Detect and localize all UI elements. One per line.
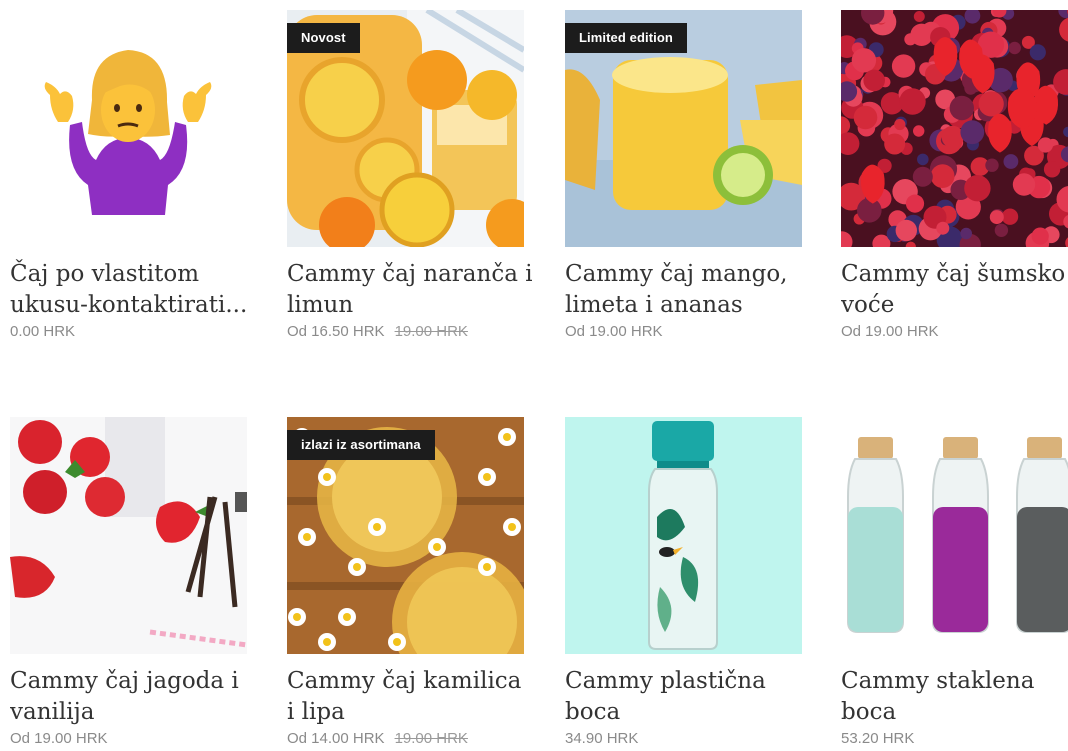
product-name[interactable]: Cammy čaj naranča i limun (287, 259, 532, 321)
badge-new: Novost (287, 23, 360, 53)
price-row: 0.00 HRK (10, 323, 250, 340)
product-name-line2[interactable]: limeta i ananas (565, 290, 810, 321)
product-name-line1[interactable]: Čaj po vlastitom (10, 259, 255, 290)
product-card-3[interactable]: Limited edition Cammy čaj mango, limeta … (565, 10, 805, 340)
product-name-line1[interactable]: Cammy čaj šumsko (841, 259, 1068, 290)
product-name-line1[interactable]: Cammy staklena (841, 666, 1068, 697)
chamomile-tea-image[interactable]: izlazi iz asortimana (287, 417, 524, 654)
price-row: 53.20 HRK (841, 730, 1068, 747)
shrugging-woman-emoji-image[interactable] (10, 10, 247, 247)
plastic-bottle-image[interactable] (565, 417, 802, 654)
product-name-line2[interactable]: boca (565, 697, 810, 728)
old-price: 19.00 HRK (394, 323, 468, 340)
product-name-line2[interactable]: vanilija (10, 697, 255, 728)
product-name-line1[interactable]: Cammy čaj kamilica (287, 666, 532, 697)
product-card-8[interactable]: Cammy staklena boca 53.20 HRK (841, 417, 1068, 747)
product-card-5[interactable]: Cammy čaj jagoda i vanilija Od 19.00 HRK (10, 417, 250, 747)
glass-bottles-image[interactable] (841, 417, 1068, 654)
product-name-line1[interactable]: Cammy čaj jagoda i (10, 666, 255, 697)
old-price: 19.00 HRK (394, 730, 468, 747)
badge-discontinued: izlazi iz asortimana (287, 430, 435, 460)
product-name[interactable]: Cammy čaj jagoda i vanilija (10, 666, 255, 728)
product-name-line1[interactable]: Cammy čaj mango, (565, 259, 810, 290)
price: Od 14.00 HRK (287, 730, 385, 747)
price-row: Od 19.00 HRK (10, 730, 250, 747)
product-name-line2[interactable]: i lipa (287, 697, 532, 728)
product-card-2[interactable]: Novost Cammy čaj naranča i limun Od 16.5… (287, 10, 532, 340)
price-row: Od 19.00 HRK (565, 323, 805, 340)
product-name[interactable]: Čaj po vlastitom ukusu-kontaktirati... (10, 259, 255, 321)
price: 0.00 HRK (10, 323, 76, 340)
product-card-4[interactable]: Cammy čaj šumsko voće Od 19.00 HRK (841, 10, 1068, 340)
product-name[interactable]: Cammy plastična boca (565, 666, 810, 728)
mango-drink-image[interactable]: Limited edition (565, 10, 802, 247)
strawberry-vanilla-image[interactable] (10, 417, 247, 654)
product-name-line2[interactable]: boca (841, 697, 1068, 728)
price-row: Od 16.50 HRK 19.00 HRK (287, 323, 527, 340)
product-name[interactable]: Cammy čaj šumsko voće (841, 259, 1068, 321)
price-row: Od 14.00 HRK 19.00 HRK (287, 730, 527, 747)
price: 34.90 HRK (565, 730, 639, 747)
price-row: Od 19.00 HRK (841, 323, 1068, 340)
product-name[interactable]: Cammy čaj kamilica i lipa (287, 666, 532, 728)
product-card-7[interactable]: Cammy plastična boca 34.90 HRK (565, 417, 805, 747)
price: 53.20 HRK (841, 730, 915, 747)
price: Od 19.00 HRK (10, 730, 108, 747)
product-name-line2[interactable]: limun (287, 290, 532, 321)
product-card-6[interactable]: izlazi iz asortimana Cammy čaj kamilica … (287, 417, 527, 747)
price: Od 16.50 HRK (287, 323, 385, 340)
orange-lemon-drink-image[interactable]: Novost (287, 10, 524, 247)
price: Od 19.00 HRK (565, 323, 663, 340)
product-name-line1[interactable]: Cammy plastična (565, 666, 810, 697)
product-name[interactable]: Cammy čaj mango, limeta i ananas (565, 259, 810, 321)
product-card-1[interactable]: Čaj po vlastitom ukusu-kontaktirati... 0… (10, 10, 250, 340)
product-name[interactable]: Cammy staklena boca (841, 666, 1068, 728)
product-name-line1[interactable]: Cammy čaj naranča i (287, 259, 532, 290)
price-row: 34.90 HRK (565, 730, 805, 747)
product-name-line2[interactable]: ukusu-kontaktirati... (10, 290, 255, 321)
badge-limited: Limited edition (565, 23, 687, 53)
product-name-line2[interactable]: voće (841, 290, 1068, 321)
forest-berries-image[interactable] (841, 10, 1068, 247)
price: Od 19.00 HRK (841, 323, 939, 340)
